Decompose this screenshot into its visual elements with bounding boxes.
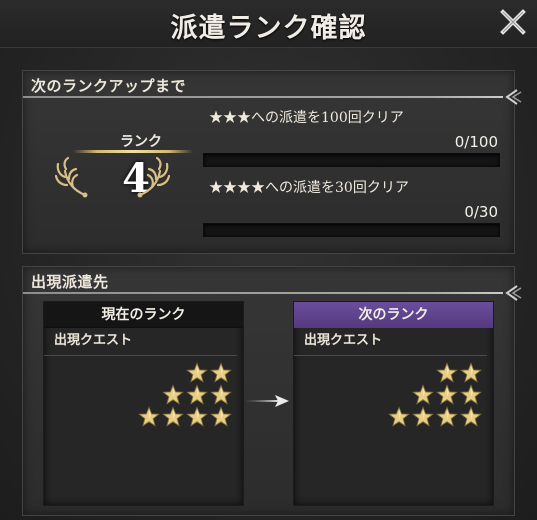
close-button[interactable] xyxy=(499,8,527,36)
star-icon xyxy=(436,362,458,384)
star-icon xyxy=(162,384,184,406)
star-icon xyxy=(412,406,434,428)
section-divider xyxy=(23,96,503,98)
line-ornament-icon xyxy=(505,89,522,105)
star-icon xyxy=(186,384,208,406)
star-icon xyxy=(412,384,434,406)
star-icon xyxy=(388,406,410,428)
current-rank-box: 現在のランク 出現クエスト xyxy=(43,301,244,506)
star-icon xyxy=(460,362,482,384)
section-divider xyxy=(23,292,503,294)
star-icon xyxy=(436,406,458,428)
star-icon xyxy=(210,362,232,384)
star-rating-list xyxy=(294,362,495,442)
mission-progress-bar xyxy=(203,223,500,237)
arrow-right-icon xyxy=(245,395,289,407)
quest-subheader: 出現クエスト xyxy=(44,328,237,356)
star-icon xyxy=(138,406,160,428)
star-icon xyxy=(460,384,482,406)
star-icon xyxy=(210,406,232,428)
dispatch-rank-window: 派遣ランク確認 次のランクアップまで ランク 4 ★★★への派遣を100回クリア… xyxy=(0,0,537,520)
star-rating-list xyxy=(44,362,245,442)
destinations-panel: 出現派遣先 現在のランク 出現クエスト 次のランク 出現クエスト xyxy=(22,266,522,516)
mission-text: ★★★への派遣を100回クリア xyxy=(209,110,404,126)
title-bar: 派遣ランク確認 xyxy=(0,0,537,48)
section-header-destinations: 出現派遣先 xyxy=(31,273,109,291)
quest-subheader: 出現クエスト xyxy=(294,328,487,356)
line-ornament-icon xyxy=(505,285,522,301)
laurel-icon xyxy=(137,156,171,198)
next-rank-header: 次のランク xyxy=(294,302,493,328)
close-icon xyxy=(500,9,526,35)
star-icon xyxy=(460,406,482,428)
star-icon xyxy=(436,384,458,406)
star-icon xyxy=(186,362,208,384)
laurel-icon xyxy=(54,156,88,198)
star-icon xyxy=(210,384,232,406)
rank-label: ランク xyxy=(120,134,162,150)
star-icon xyxy=(162,406,184,428)
star-icon xyxy=(186,406,208,428)
next-rank-box: 次のランク 出現クエスト xyxy=(293,301,494,506)
mission-progress-bar xyxy=(203,153,500,167)
section-header-next-rank: 次のランクアップまで xyxy=(31,77,187,95)
mission-count: 0/30 xyxy=(464,203,498,221)
rank-underline xyxy=(73,150,193,153)
mission-text: ★★★★への派遣を30回クリア xyxy=(209,180,409,196)
mission-count: 0/100 xyxy=(454,133,498,151)
window-title: 派遣ランク確認 xyxy=(170,13,367,44)
next-rank-panel: 次のランクアップまで ランク 4 ★★★への派遣を100回クリア 0/100 ★… xyxy=(22,70,522,254)
current-rank-header: 現在のランク xyxy=(44,302,243,328)
